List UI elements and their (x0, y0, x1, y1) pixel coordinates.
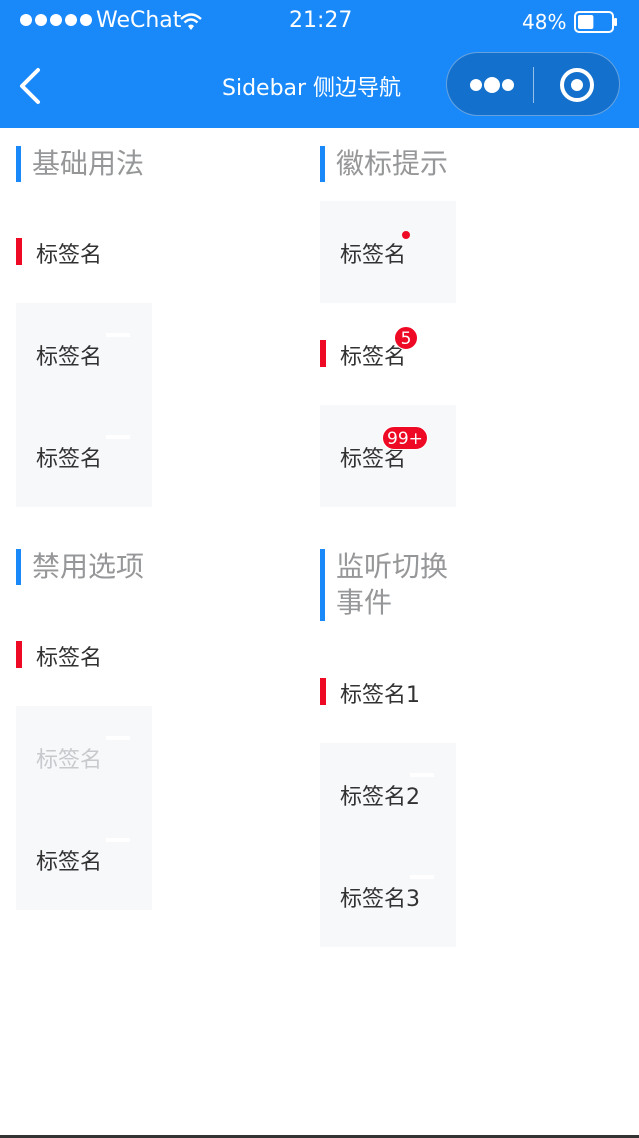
item-highlight (410, 875, 434, 879)
nav-bar: Sidebar 侧边导航 (0, 44, 639, 128)
close-target-icon[interactable] (559, 67, 595, 103)
count-badge: 5 (394, 326, 418, 350)
sidebar-item-label: 标签名 (36, 748, 103, 773)
signal-icon (20, 14, 92, 26)
sidebar-item-label: 标签名 (36, 447, 103, 472)
sidebar-item-label: 标签名 (36, 243, 103, 268)
top-bar: WeChat 21:27 48% Sidebar 侧边导航 (0, 0, 639, 128)
sidebar-badge: 标签名 标签名 5 标签名 99+ (320, 201, 456, 507)
sidebar-change: 标签名1 标签名2 标签名3 (320, 641, 456, 947)
sidebar-item-basic-2[interactable]: 标签名 (16, 303, 152, 405)
sidebar-item-label: 标签名 (36, 850, 103, 875)
section-title-change: 监听切换 事件 (320, 549, 448, 621)
item-highlight (106, 435, 130, 439)
page-title: Sidebar 侧边导航 (222, 76, 402, 101)
status-bar: WeChat 21:27 48% (0, 0, 639, 44)
section-title-disabled: 禁用选项 (16, 549, 144, 585)
wifi-icon (180, 13, 202, 30)
status-time: 21:27 (289, 8, 353, 33)
sidebar-item-change-1[interactable]: 标签名1 (320, 641, 456, 743)
more-icon[interactable] (469, 73, 515, 97)
back-arrow-icon[interactable] (14, 64, 50, 108)
sidebar-item-label: 标签名3 (340, 887, 420, 912)
red-dot-badge (402, 231, 410, 239)
item-highlight (410, 773, 434, 777)
mini-program-capsule (446, 52, 620, 116)
section-title-line: 事件 (336, 586, 393, 619)
sidebar-item-badge-1[interactable]: 标签名 (320, 201, 456, 303)
battery-percent: 48% (522, 10, 567, 34)
sidebar-item-basic-1[interactable]: 标签名 (16, 201, 152, 303)
section-title-line: 监听切换 (336, 550, 449, 583)
sidebar-item-change-2[interactable]: 标签名2 (320, 743, 456, 845)
overflow-badge: 99+ (382, 426, 428, 450)
item-highlight (106, 838, 130, 842)
sidebar-item-disabled-2: 标签名 (16, 706, 152, 808)
sidebar-item-disabled-1[interactable]: 标签名 (16, 604, 152, 706)
item-highlight (106, 736, 130, 740)
section-title-basic: 基础用法 (16, 146, 144, 182)
item-highlight (106, 333, 130, 337)
sidebar-item-change-3[interactable]: 标签名3 (320, 845, 456, 947)
battery-icon (574, 11, 617, 33)
sidebar-item-badge-3[interactable]: 标签名 99+ (320, 405, 456, 507)
sidebar-item-label: 标签名2 (340, 785, 420, 810)
sidebar-item-label: 标签名 (340, 243, 407, 268)
capsule-divider (533, 67, 534, 103)
section-title-badge: 徽标提示 (320, 146, 448, 182)
sidebar-basic: 标签名 标签名 标签名 (16, 201, 152, 507)
sidebar-disabled: 标签名 标签名 标签名 (16, 604, 152, 910)
phone-screen: WeChat 21:27 48% Sidebar 侧边导航 基础用法 标签名 标… (0, 0, 639, 1138)
carrier-name: WeChat (96, 8, 182, 33)
sidebar-item-badge-2[interactable]: 标签名 5 (320, 303, 456, 405)
sidebar-item-basic-3[interactable]: 标签名 (16, 405, 152, 507)
sidebar-item-disabled-3[interactable]: 标签名 (16, 808, 152, 910)
sidebar-item-label: 标签名1 (340, 683, 420, 708)
sidebar-item-label: 标签名 (36, 345, 103, 370)
sidebar-item-label: 标签名 (36, 646, 103, 671)
